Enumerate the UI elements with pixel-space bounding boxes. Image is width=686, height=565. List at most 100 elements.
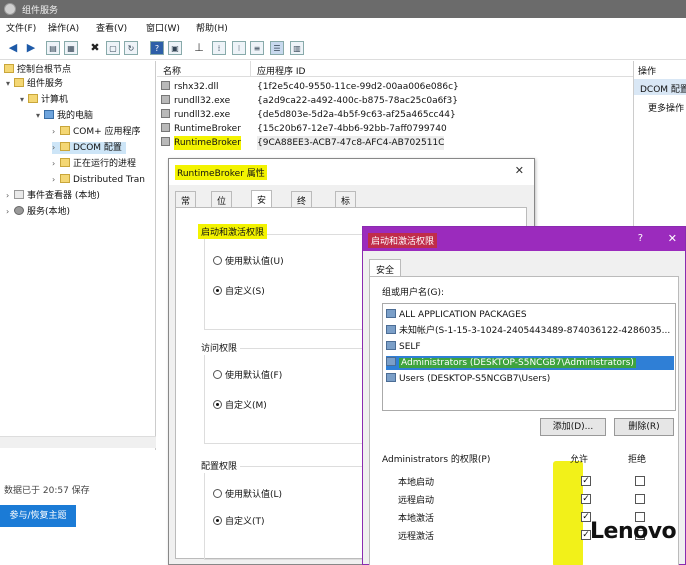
column-name[interactable]: 名称: [163, 64, 181, 77]
chevron-right-icon[interactable]: ›: [52, 142, 60, 154]
deny-local-launch-checkbox[interactable]: [635, 476, 645, 486]
folder-icon: [60, 158, 70, 167]
app-icon: [161, 95, 170, 104]
tree-item-console-root[interactable]: 控制台根节点: [4, 64, 71, 76]
chevron-down-icon[interactable]: ▾: [20, 94, 28, 106]
tab-location[interactable]: 位置: [211, 191, 233, 220]
chevron-down-icon[interactable]: ▾: [36, 110, 44, 122]
chevron-right-icon[interactable]: ›: [52, 126, 60, 138]
list-row[interactable]: RuntimeBroker {15c20b67-12e7-4bb6-92bb-7…: [157, 122, 457, 136]
refresh-icon[interactable]: ↻: [124, 41, 138, 55]
list-item[interactable]: Users (DESKTOP-S5NCGB7\Users): [386, 372, 674, 386]
up-folder-icon[interactable]: ▤: [46, 41, 60, 55]
perm-local-launch: 本地启动: [398, 478, 435, 488]
tree-item-my-computer[interactable]: ▾ 我的电脑: [36, 110, 93, 122]
list-item[interactable]: 未知帐户(S-1-15-3-1024-2405443489-874036122-…: [386, 324, 674, 338]
list-row[interactable]: rundll32.exe {a2d9ca22-a492-400c-b875-78…: [157, 94, 458, 108]
config-custom-radio[interactable]: 自定义(T): [213, 514, 265, 527]
large-icons-icon[interactable]: ⁞: [212, 41, 226, 55]
tab-endpoints[interactable]: 终结点: [291, 191, 313, 233]
detail-view-icon[interactable]: ☰: [270, 41, 284, 55]
allow-remote-launch-checkbox[interactable]: ✓: [581, 494, 591, 504]
tree-item-com-plus[interactable]: › COM+ 应用程序: [52, 126, 141, 138]
launch-dialog-title: 启动和激活权限: [368, 233, 438, 248]
launch-default-radio[interactable]: 使用默认值(U): [213, 254, 284, 267]
pin-icon[interactable]: ⊥: [192, 41, 206, 55]
tree-item-component-services[interactable]: ▾ 组件服务: [6, 78, 63, 90]
user-list[interactable]: ALL APPLICATION PACKAGES 未知帐户(S-1-15-3-1…: [382, 303, 676, 411]
help-icon[interactable]: ?: [150, 41, 164, 55]
permissions-label: Administrators 的权限(P): [382, 455, 491, 465]
export-icon[interactable]: ▥: [290, 41, 304, 55]
config-default-radio[interactable]: 使用默认值(L): [213, 487, 282, 500]
tree-item-computers[interactable]: ▾ 计算机: [20, 94, 68, 106]
add-button[interactable]: 添加(D)...: [540, 418, 606, 436]
access-default-radio[interactable]: 使用默认值(F): [213, 368, 282, 381]
tree-item-dcom-config[interactable]: › DCOM 配置: [52, 142, 126, 154]
remove-button[interactable]: 删除(R): [614, 418, 674, 436]
deny-remote-launch-checkbox[interactable]: [635, 494, 645, 504]
tree-item-running-processes[interactable]: › 正在运行的进程: [52, 158, 136, 170]
app-icon: [161, 109, 170, 118]
allow-column-label: 允许: [570, 455, 589, 465]
toolbar: ◀ ▶ ▤ ▦ ✖ ▢ ↻ ? ▣ ⊥ ⁞ ⁝ ≡ ☰ ▥: [0, 36, 686, 60]
app-icon: [161, 81, 170, 90]
unknown-account-icon: [386, 325, 396, 334]
tree-item-services[interactable]: › 服务(本地): [6, 206, 70, 218]
list-item[interactable]: SELF: [386, 340, 674, 354]
tree-item-event-viewer[interactable]: › 事件查看器 (本地): [6, 190, 100, 202]
list-row-selected[interactable]: RuntimeBroker {9CA88EE3-ACB7-47c8-AFC4-A…: [157, 136, 457, 150]
tree-item-distributed-transaction[interactable]: › Distributed Tran: [52, 174, 145, 186]
actions-dcom-config[interactable]: DCOM 配置: [634, 79, 686, 95]
show-tree-icon[interactable]: ▦: [64, 41, 78, 55]
menu-bar: 文件(F) 操作(A) 查看(V) 窗口(W) 帮助(H): [0, 18, 686, 36]
computer-icon: [44, 110, 54, 119]
list-row[interactable]: rshx32.dll {1f2e5c40-9550-11ce-99d2-00aa…: [157, 80, 459, 94]
user-icon: [386, 341, 396, 350]
tab-security[interactable]: 安全: [251, 190, 273, 219]
menu-window[interactable]: 窗口(W): [146, 21, 180, 34]
tab-general[interactable]: 常规: [175, 191, 197, 220]
chevron-right-icon[interactable]: ›: [52, 158, 60, 170]
close-icon[interactable]: ✕: [668, 232, 677, 245]
properties-dialog-title: RuntimeBroker 属性: [175, 165, 267, 180]
tab-security[interactable]: 安全: [369, 259, 402, 277]
column-appid[interactable]: 应用程序 ID: [257, 64, 305, 77]
lenovo-watermark: Lenovo: [590, 519, 677, 544]
restore-theme-button[interactable]: 参与/恢复主题: [0, 505, 76, 527]
chevron-right-icon[interactable]: ›: [6, 206, 14, 218]
close-icon[interactable]: ✕: [515, 164, 524, 177]
config-permission-group-label: 配置权限: [198, 458, 241, 473]
menu-view[interactable]: 查看(V): [96, 21, 127, 34]
list-item-selected[interactable]: Administrators (DESKTOP-S5NCGB7\Administ…: [386, 356, 674, 370]
tab-identity[interactable]: 标识: [335, 191, 357, 220]
actions-pane: 操作 DCOM 配置 更多操作: [633, 61, 686, 231]
list-view-icon[interactable]: ≡: [250, 41, 264, 55]
window-title: 组件服务: [22, 6, 59, 16]
back-icon[interactable]: ◀: [6, 41, 20, 55]
console-icon[interactable]: ▣: [168, 41, 182, 55]
chevron-down-icon[interactable]: ▾: [6, 78, 14, 90]
help-icon[interactable]: ?: [638, 233, 643, 244]
small-icons-icon[interactable]: ⁝: [232, 41, 246, 55]
forward-icon[interactable]: ▶: [24, 41, 38, 55]
app-icon: [161, 123, 170, 132]
menu-file[interactable]: 文件(F): [6, 21, 36, 34]
list-row[interactable]: rundll32.exe {de5d803e-5d2a-4b5f-9c63-af…: [157, 108, 457, 122]
menu-action[interactable]: 操作(A): [48, 21, 79, 34]
tree-pane: 控制台根节点 ▾ 组件服务 ▾ 计算机 ▾ 我的电脑 › COM+ 应用程序 › DCOM…: [0, 61, 156, 450]
properties-icon[interactable]: ▢: [106, 41, 120, 55]
chevron-right-icon[interactable]: ›: [6, 190, 14, 202]
list-item[interactable]: ALL APPLICATION PACKAGES: [386, 308, 674, 322]
status-text: 数据已于 20:57 保存: [4, 486, 90, 496]
folder-icon: [4, 64, 14, 73]
chevron-right-icon[interactable]: ›: [52, 174, 60, 186]
launch-custom-radio[interactable]: 自定义(S): [213, 284, 265, 297]
menu-help[interactable]: 帮助(H): [196, 21, 228, 34]
group-icon: [386, 357, 396, 366]
tree-horizontal-scrollbar[interactable]: [0, 436, 156, 448]
access-custom-radio[interactable]: 自定义(M): [213, 398, 267, 411]
allow-local-launch-checkbox[interactable]: ✓: [581, 476, 591, 486]
delete-icon[interactable]: ✖: [88, 41, 102, 55]
more-actions-link[interactable]: 更多操作: [648, 101, 686, 114]
